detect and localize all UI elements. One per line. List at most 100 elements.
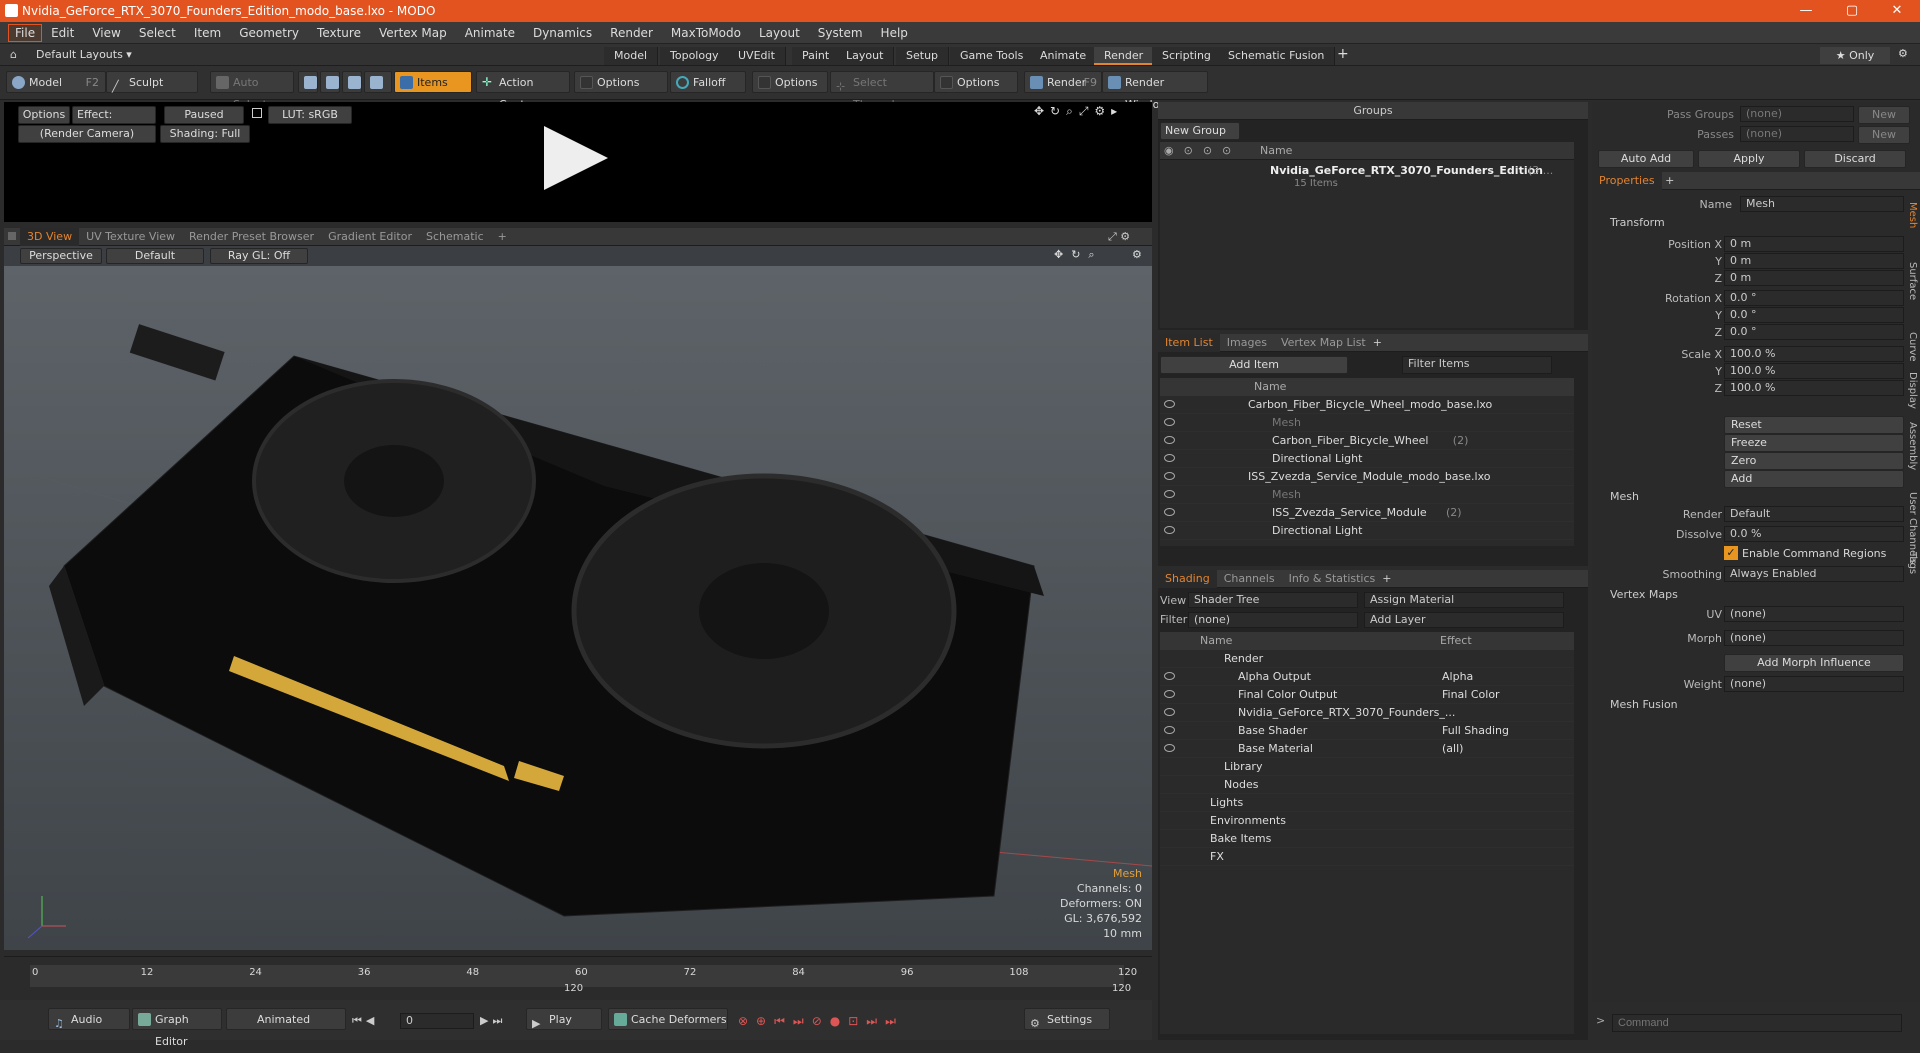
menu-maxtomodo[interactable]: MaxToModo [662, 22, 750, 44]
visibility-eye-icon[interactable] [1164, 672, 1175, 680]
shading-filter-dropdown[interactable]: (none) [1188, 612, 1358, 628]
shader-tree-row[interactable]: Nodes [1160, 776, 1574, 794]
play-button[interactable]: ▶ Play [526, 1008, 602, 1030]
3d-viewport[interactable]: Mesh Channels: 0 Deformers: ON GL: 3,676… [4, 266, 1152, 950]
transform-value-field[interactable]: 100.0 % [1724, 380, 1904, 396]
item-list-tab-item-list[interactable]: Item List [1158, 334, 1220, 352]
menu-edit[interactable]: Edit [42, 22, 83, 44]
visibility-eye-icon[interactable] [1164, 490, 1175, 498]
add-layer-dropdown[interactable]: Add Layer [1364, 612, 1564, 628]
menu-item[interactable]: Item [185, 22, 230, 44]
view-tab-schematic[interactable]: Schematic [419, 228, 491, 246]
layout-tab-render[interactable]: Render [1094, 47, 1155, 65]
item-list-row[interactable]: Directional Light [1160, 522, 1574, 540]
play-icon[interactable] [544, 126, 608, 190]
shader-tree-row[interactable]: Library [1160, 758, 1574, 776]
render-options-button[interactable]: Options [18, 106, 70, 124]
transform-value-field[interactable]: 0.0 ° [1724, 324, 1904, 340]
visibility-eye-icon[interactable] [1164, 454, 1175, 462]
name-field[interactable]: Mesh [1740, 196, 1904, 212]
audio-button[interactable]: ♫ Audio [48, 1008, 130, 1030]
graph-editor-button[interactable]: Graph Editor [132, 1008, 222, 1048]
smoothing-dropdown[interactable]: Always Enabled [1724, 566, 1904, 582]
auto-add-button[interactable]: Auto Add [1598, 150, 1694, 168]
shading-tab-info-statistics[interactable]: Info & Statistics [1282, 570, 1383, 588]
transform-value-field[interactable]: 0 m [1724, 270, 1904, 286]
default-layouts-dropdown[interactable]: Default Layouts ▾ [36, 48, 132, 61]
transport-forward-buttons[interactable]: ▶⏭ [480, 1014, 506, 1028]
transform-section[interactable]: Transform [1610, 216, 1665, 229]
transform-value-field[interactable]: 0.0 ° [1724, 307, 1904, 323]
side-tab-mesh[interactable]: Mesh [1904, 202, 1918, 228]
select-options-button[interactable]: Options [934, 71, 1018, 93]
cache-deformers-button[interactable]: Cache Deformers [608, 1008, 728, 1030]
menu-animate[interactable]: Animate [456, 22, 524, 44]
menu-layout[interactable]: Layout [750, 22, 809, 44]
checkbox-icon[interactable] [580, 76, 593, 89]
zero-dropdown[interactable]: Zero [1724, 452, 1904, 470]
close-button[interactable]: ✕ [1874, 0, 1920, 22]
groups-visibility-icons[interactable]: ◉⊙⊙⊙ [1164, 144, 1241, 157]
add-item-button[interactable]: Add Item [1160, 356, 1348, 374]
shader-tree-effect[interactable]: (all) [1442, 740, 1463, 758]
visibility-eye-icon[interactable] [1164, 472, 1175, 480]
visibility-eye-icon[interactable] [1164, 726, 1175, 734]
mesh-section[interactable]: Mesh [1610, 490, 1639, 503]
apply-button[interactable]: Apply [1698, 150, 1800, 168]
shader-tree-row[interactable]: Base Material (all) [1160, 740, 1574, 758]
perspective-dropdown[interactable]: Perspective [20, 248, 102, 264]
item-list-add-tab[interactable]: + [1373, 336, 1382, 349]
group-item-label[interactable]: Nvidia_GeForce_RTX_3070_Founders_Edition [1270, 164, 1543, 177]
side-tab-surface[interactable]: Surface [1904, 262, 1918, 300]
discard-button[interactable]: Discard [1804, 150, 1906, 168]
frame-field[interactable]: 0 [400, 1013, 474, 1029]
passes-new-button[interactable]: New [1858, 126, 1910, 144]
only-button[interactable]: ★ Only [1820, 47, 1890, 64]
uv-dropdown[interactable]: (none) [1724, 606, 1904, 622]
action-center-options-button[interactable]: Options [574, 71, 668, 93]
menu-vertex-map[interactable]: Vertex Map [370, 22, 456, 44]
pass-groups-dropdown[interactable]: (none) [1740, 106, 1854, 122]
viewport-nav-icons[interactable]: ✥↻⌕ [1054, 248, 1103, 262]
layout-tab-setup[interactable]: Setup [896, 47, 950, 65]
properties-tab[interactable]: Properties [1592, 172, 1662, 190]
shader-tree-effect[interactable]: Alpha [1442, 668, 1473, 686]
menu-select[interactable]: Select [130, 22, 185, 44]
edges-mode-button[interactable] [320, 71, 340, 93]
shader-tree-row[interactable]: Lights [1160, 794, 1574, 812]
dissolve-field[interactable]: 0.0 % [1724, 526, 1904, 542]
add-view-tab[interactable]: + [491, 228, 514, 246]
render-camera-dropdown[interactable]: (Render Camera) [18, 125, 156, 143]
transform-value-field[interactable]: 0 m [1724, 253, 1904, 269]
timeline[interactable]: 0 12 24 36 48 60 72 84 96 108 120 120 120 [4, 956, 1152, 996]
view-tab-uv-texture-view[interactable]: UV Texture View [79, 228, 182, 246]
shading-tab-channels[interactable]: Channels [1217, 570, 1282, 588]
falloff-options-button[interactable]: Options [752, 71, 828, 93]
side-tab-curve[interactable]: Curve [1904, 332, 1918, 362]
morph-dropdown[interactable]: (none) [1724, 630, 1904, 646]
layout-tab-topology[interactable]: Topology [660, 47, 730, 65]
layout-tab-schematic-fusion[interactable]: Schematic Fusion [1218, 47, 1336, 65]
shading-tab-shading[interactable]: Shading [1158, 570, 1217, 588]
animated-dropdown[interactable]: Animated [226, 1008, 346, 1030]
new-group-button[interactable]: New Group [1160, 122, 1240, 140]
menu-view[interactable]: View [83, 22, 129, 44]
render-view-controls[interactable]: ✥↻⌕⤢⚙▸ [1034, 104, 1123, 119]
weight-dropdown[interactable]: (none) [1724, 676, 1904, 692]
visibility-eye-icon[interactable] [1164, 508, 1175, 516]
item-list-row[interactable]: Mesh [1160, 414, 1574, 432]
minimize-button[interactable]: — [1783, 0, 1829, 22]
action-center-button[interactable]: ✛Action Center [476, 71, 570, 111]
shader-tree-effect[interactable]: Full Shading [1442, 722, 1509, 740]
side-tab-assembly[interactable]: Assembly [1904, 422, 1918, 470]
vertex-maps-section[interactable]: Vertex Maps [1610, 588, 1678, 601]
shader-tree-row[interactable]: Alpha Output Alpha [1160, 668, 1574, 686]
shader-tree-effect[interactable]: Final Color [1442, 686, 1500, 704]
item-list-tab-vertex-map-list[interactable]: Vertex Map List [1274, 334, 1373, 352]
properties-add-tab[interactable]: + [1665, 174, 1674, 187]
sculpt-button[interactable]: ╱ Sculpt [106, 71, 198, 93]
shading-add-tab[interactable]: + [1382, 572, 1391, 585]
panel-grip-icon[interactable] [8, 232, 16, 240]
item-list-row[interactable]: ISS_Zvezda_Service_Module_modo_base.lxo [1160, 468, 1574, 486]
checkbox-icon[interactable] [758, 76, 771, 89]
